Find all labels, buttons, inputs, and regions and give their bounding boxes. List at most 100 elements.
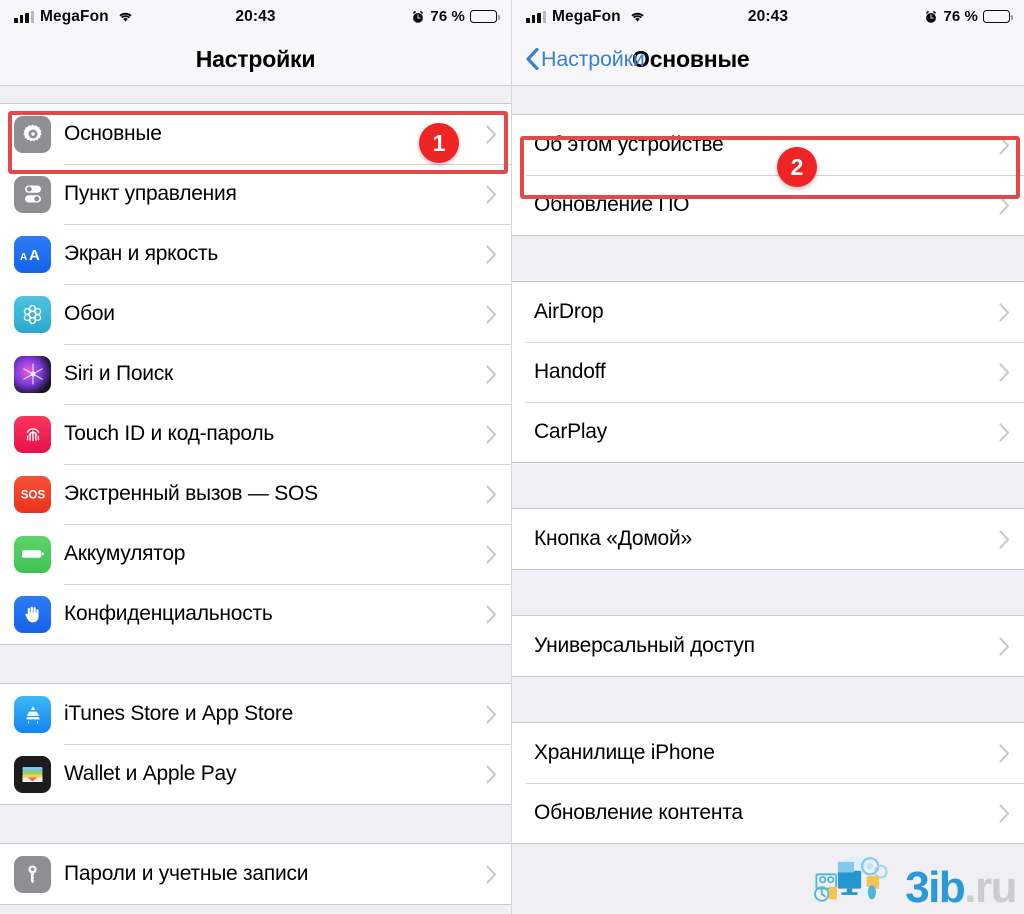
- list-item[interactable]: Siri и Поиск: [0, 344, 511, 404]
- list-item-label: Обновление ПО: [534, 193, 690, 216]
- list-item-label: Обои: [64, 302, 115, 325]
- battery-settings-icon: [14, 535, 51, 573]
- sos-icon: SOS: [14, 475, 51, 513]
- list-item[interactable]: Обновление контента: [512, 783, 1024, 843]
- watermark-primary: 3ib: [905, 862, 966, 912]
- list-item-label: Конфиденциальность: [64, 602, 273, 625]
- battery-percent-label: 76 %: [943, 8, 978, 25]
- list-item[interactable]: Хранилище iPhone: [512, 723, 1024, 783]
- general-group-4: Универсальный доступ: [512, 615, 1024, 677]
- siri-icon: [14, 355, 51, 393]
- list-item-label: Пароли и учетные записи: [64, 862, 309, 885]
- list-item[interactable]: Обновление ПО: [512, 175, 1024, 235]
- general-gap-3: [512, 570, 1024, 615]
- list-item-label: CarPlay: [534, 420, 607, 443]
- list-item[interactable]: Аккумулятор: [0, 524, 511, 584]
- list-item[interactable]: SOS Экстренный вызов — SOS: [0, 464, 511, 524]
- status-bar-right: MegaFon 20:43 76 %: [512, 0, 1024, 33]
- list-top-gap-r: [512, 86, 1024, 114]
- page-title: Настройки: [195, 45, 316, 72]
- status-bar-left-group: MegaFon: [14, 8, 134, 26]
- chevron-right-icon: [999, 195, 1010, 215]
- list-item-label: Wallet и Apple Pay: [64, 762, 237, 785]
- list-top-gap: [0, 86, 511, 103]
- list-item[interactable]: iTunes Store и App Store: [0, 684, 511, 744]
- list-item[interactable]: Handoff: [512, 342, 1024, 402]
- group-gap-2: [0, 805, 511, 843]
- settings-list-right[interactable]: Об этом устройстве Обновление ПО AirDrop H…: [512, 86, 1024, 914]
- battery-icon: [470, 10, 501, 23]
- chevron-right-icon: [486, 604, 497, 624]
- status-bar-left-group-2: MegaFon: [526, 8, 646, 26]
- chevron-right-icon: [999, 362, 1010, 382]
- wifi-icon: [629, 10, 646, 23]
- list-item[interactable]: Универсальный доступ: [512, 616, 1024, 676]
- chevron-right-icon: [486, 364, 497, 384]
- list-item[interactable]: Wallet и Apple Pay: [0, 744, 511, 804]
- list-item[interactable]: Об этом устройстве: [512, 115, 1024, 175]
- left-phone-screen: MegaFon 20:43 76 % Настройки Основные Пун: [0, 0, 512, 914]
- list-item[interactable]: CarPlay: [512, 402, 1024, 462]
- chevron-right-icon: [486, 304, 497, 324]
- nav-bar-right: Настройки Основные: [512, 33, 1024, 86]
- list-item-label: Кнопка «Домой»: [534, 527, 692, 550]
- back-button-label: Настройки: [541, 46, 645, 71]
- battery-icon: [983, 10, 1014, 23]
- chevron-right-icon: [486, 864, 497, 884]
- chevron-right-icon: [486, 244, 497, 264]
- step-badge-2: 2: [777, 147, 817, 187]
- back-button[interactable]: Настройки: [526, 47, 645, 72]
- dual-screenshot-container: MegaFon 20:43 76 % Настройки Основные Пун: [0, 0, 1024, 914]
- general-group-5: Хранилище iPhone Обновление контента: [512, 722, 1024, 844]
- chevron-right-icon: [486, 764, 497, 784]
- chevron-right-icon: [486, 704, 497, 724]
- list-item-label: Об этом устройстве: [534, 133, 724, 156]
- list-item-label: Siri и Поиск: [64, 362, 173, 385]
- general-gap-1: [512, 236, 1024, 281]
- chevron-right-icon: [999, 803, 1010, 823]
- list-item[interactable]: A A Экран и яркость: [0, 224, 511, 284]
- general-gap-4: [512, 677, 1024, 722]
- devices-cluster-icon: [811, 851, 897, 908]
- svg-text:SOS: SOS: [20, 490, 45, 502]
- svg-text:A: A: [20, 252, 27, 263]
- app-store-icon: [14, 695, 51, 733]
- chevron-right-icon: [999, 422, 1010, 442]
- list-item[interactable]: Пароли и учетные записи: [0, 844, 511, 904]
- list-item[interactable]: Кнопка «Домой»: [512, 509, 1024, 569]
- battery-percent-label: 76 %: [430, 8, 465, 25]
- alarm-clock-icon: [924, 10, 938, 24]
- chevron-right-icon: [486, 184, 497, 204]
- list-item[interactable]: Обои: [0, 284, 511, 344]
- list-item-label: Touch ID и код-пароль: [64, 422, 275, 445]
- general-gap-2: [512, 463, 1024, 508]
- watermark: 3ib.ru: [811, 851, 1017, 909]
- settings-list-left[interactable]: Основные Пункт управления A A Экран и яркост…: [0, 86, 511, 914]
- status-bar-left: MegaFon 20:43 76 %: [0, 0, 511, 33]
- list-item-label: Экран и яркость: [64, 242, 219, 265]
- alarm-clock-icon: [411, 10, 425, 24]
- list-item-label: AirDrop: [534, 300, 604, 323]
- chevron-right-icon: [486, 424, 497, 444]
- list-item-label: Обновление контента: [534, 801, 743, 824]
- signal-bars-icon: [14, 10, 34, 23]
- chevron-right-icon: [486, 544, 497, 564]
- list-item[interactable]: Пункт управления: [0, 164, 511, 224]
- settings-group-1: Основные Пункт управления A A Экран и яркост…: [0, 103, 511, 645]
- list-item[interactable]: Конфиденциальность: [0, 584, 511, 644]
- list-item[interactable]: AirDrop: [512, 282, 1024, 342]
- right-phone-screen: MegaFon 20:43 76 % Настройки Основные Об…: [512, 0, 1024, 914]
- list-item[interactable]: Touch ID и код-пароль: [0, 404, 511, 464]
- watermark-suffix: .ru: [964, 862, 1017, 912]
- chevron-right-icon: [486, 124, 497, 144]
- chevron-right-icon: [999, 636, 1010, 656]
- signal-bars-icon: [526, 10, 546, 23]
- control-center-icon: [14, 175, 51, 213]
- key-icon: [14, 855, 51, 893]
- gear-icon: [14, 115, 51, 153]
- settings-group-2: iTunes Store и App Store Wallet и Apple P…: [0, 683, 511, 805]
- list-item-label: Handoff: [534, 360, 606, 383]
- wallet-icon: [14, 755, 51, 793]
- status-bar-right-group: 76 %: [411, 8, 501, 25]
- list-item-label: Основные: [64, 122, 162, 145]
